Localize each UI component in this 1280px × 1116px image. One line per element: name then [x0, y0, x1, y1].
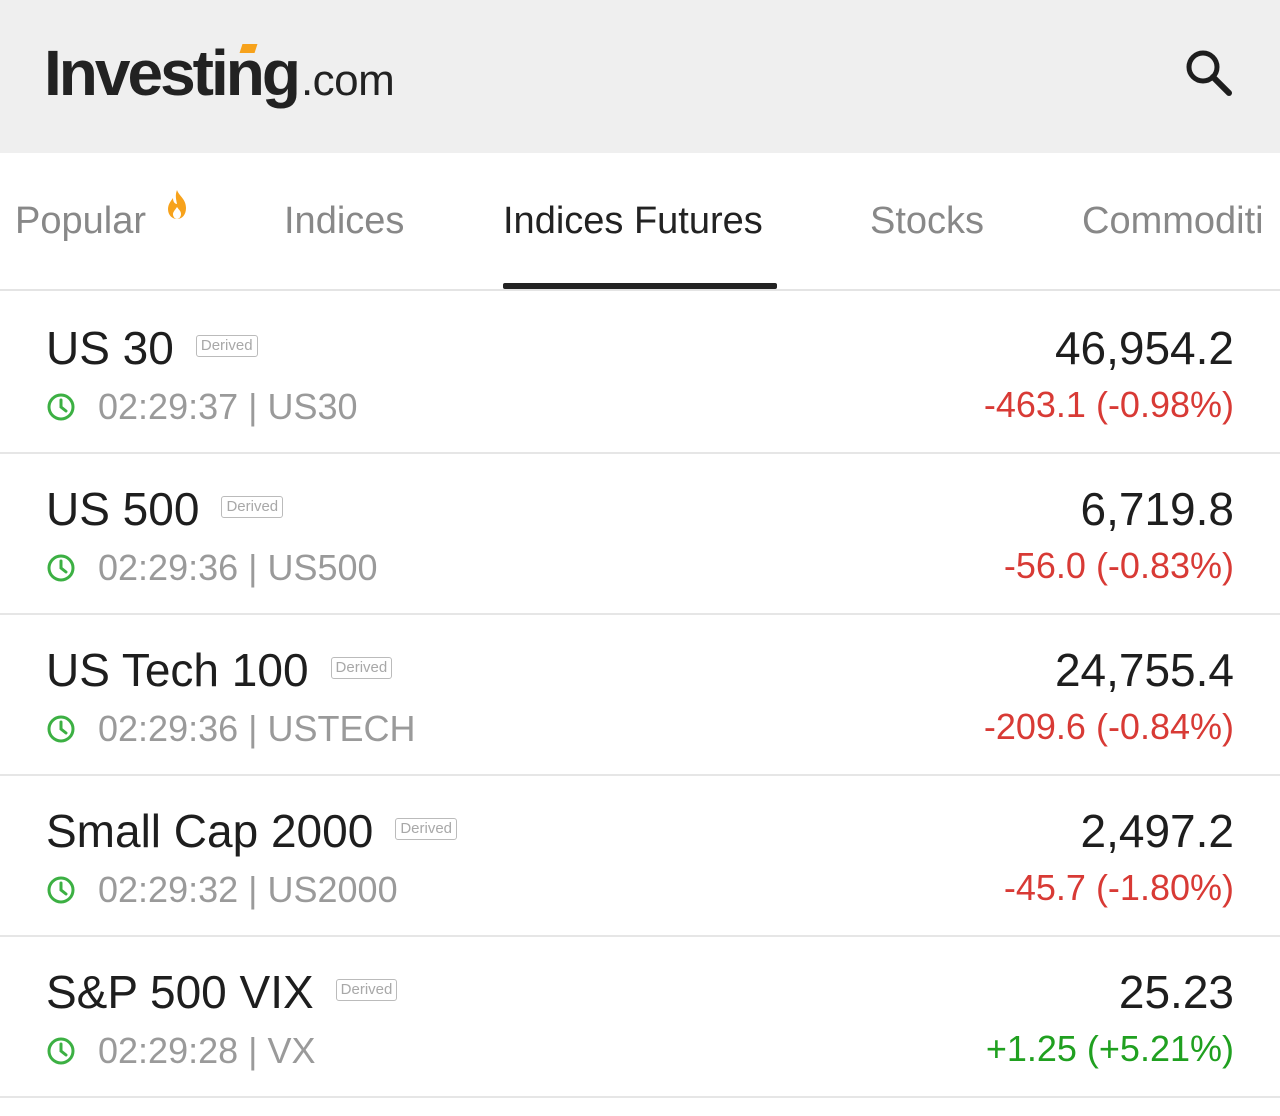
- instrument-name-line: S&P 500 VIX Derived: [46, 965, 398, 1019]
- tab-label: Commoditi: [1082, 200, 1264, 242]
- search-button[interactable]: [1178, 42, 1240, 104]
- instrument-name-line: US 500 Derived: [46, 482, 284, 536]
- tab-label: Indices Futures: [503, 200, 763, 242]
- clock-icon: [47, 715, 75, 743]
- clock-icon: [47, 393, 75, 421]
- instrument-name-line: Small Cap 2000 Derived: [46, 804, 457, 858]
- timestamp-symbol: 02:29:36 | US500: [98, 547, 378, 588]
- logo-suffix-text: .com: [300, 56, 395, 105]
- clock-icon: [47, 876, 75, 904]
- instrument-meta: 02:29:28 | VX: [46, 1029, 316, 1073]
- instrument-row[interactable]: S&P 500 VIX Derived 02:29:28 | VX 25.23 +1.2…: [0, 937, 1280, 1098]
- price-change: +1.25 (+5.21%): [985, 1028, 1234, 1069]
- tab-indices-futures[interactable]: Indices Futures: [503, 199, 763, 249]
- logo-main-text: Investing: [44, 37, 301, 109]
- category-tab-bar: Popular Indices Indices Futures Stocks C…: [0, 153, 1280, 291]
- tab-label: Indices: [284, 200, 405, 242]
- logo-accent-mark: [239, 44, 258, 53]
- price-change: -209.6 (-0.84%): [983, 706, 1234, 747]
- instrument-name: S&P 500 VIX: [46, 966, 314, 1018]
- price-change: -56.0 (-0.83%): [1003, 545, 1234, 586]
- derived-badge: Derived: [195, 334, 258, 357]
- instrument-meta: 02:29:32 | US2000: [46, 868, 398, 912]
- active-tab-indicator: [503, 283, 777, 289]
- instrument-name: US Tech 100: [46, 644, 309, 696]
- instrument-name: US 30: [46, 322, 174, 374]
- tab-commodities[interactable]: Commoditi: [1082, 199, 1264, 249]
- derived-badge: Derived: [395, 817, 457, 840]
- tab-stocks[interactable]: Stocks: [870, 199, 984, 249]
- timestamp-symbol: 02:29:32 | US2000: [98, 869, 398, 910]
- price-change: -45.7 (-1.80%): [1003, 867, 1234, 908]
- instrument-name: Small Cap 2000: [46, 805, 374, 857]
- instrument-row[interactable]: US 30 Derived 02:29:37 | US30 46,954.2 -463.…: [0, 293, 1280, 454]
- instrument-meta: 02:29:37 | US30: [46, 385, 358, 429]
- tab-indices[interactable]: Indices: [284, 199, 404, 249]
- derived-badge: Derived: [221, 495, 284, 518]
- last-price: 24,755.4: [1054, 644, 1234, 696]
- search-icon: [1186, 50, 1232, 96]
- tab-label: Stocks: [870, 200, 985, 242]
- clock-icon: [47, 1037, 75, 1065]
- timestamp-symbol: 02:29:28 | VX: [98, 1030, 316, 1071]
- derived-badge: Derived: [335, 978, 398, 1001]
- investing-logo[interactable]: Investing .com: [44, 36, 395, 116]
- instrument-row[interactable]: Small Cap 2000 Derived 02:29:32 | US2000 2,…: [0, 776, 1280, 937]
- last-price: 2,497.2: [1080, 805, 1234, 857]
- instrument-row[interactable]: US 500 Derived 02:29:36 | US500 6,719.8 -56.…: [0, 454, 1280, 615]
- last-price: 6,719.8: [1080, 483, 1234, 535]
- app-header: Investing .com: [0, 0, 1280, 153]
- last-price: 46,954.2: [1054, 322, 1234, 374]
- instrument-name: US 500: [46, 483, 200, 535]
- tab-label: Popular: [15, 200, 146, 242]
- last-price: 25.23: [1118, 966, 1234, 1018]
- instrument-meta: 02:29:36 | USTECH: [46, 707, 416, 751]
- instrument-name-line: US Tech 100 Derived: [46, 643, 393, 697]
- instrument-row[interactable]: US Tech 100 Derived 02:29:36 | USTECH 24,75…: [0, 615, 1280, 776]
- derived-badge: Derived: [330, 656, 393, 679]
- instrument-meta: 02:29:36 | US500: [46, 546, 378, 590]
- timestamp-symbol: 02:29:36 | USTECH: [98, 708, 416, 749]
- clock-icon: [47, 554, 75, 582]
- fire-icon: [168, 190, 186, 219]
- tab-popular[interactable]: Popular: [15, 199, 146, 249]
- instrument-name-line: US 30 Derived: [46, 321, 258, 375]
- price-change: -463.1 (-0.98%): [983, 384, 1234, 425]
- timestamp-symbol: 02:29:37 | US30: [98, 386, 358, 427]
